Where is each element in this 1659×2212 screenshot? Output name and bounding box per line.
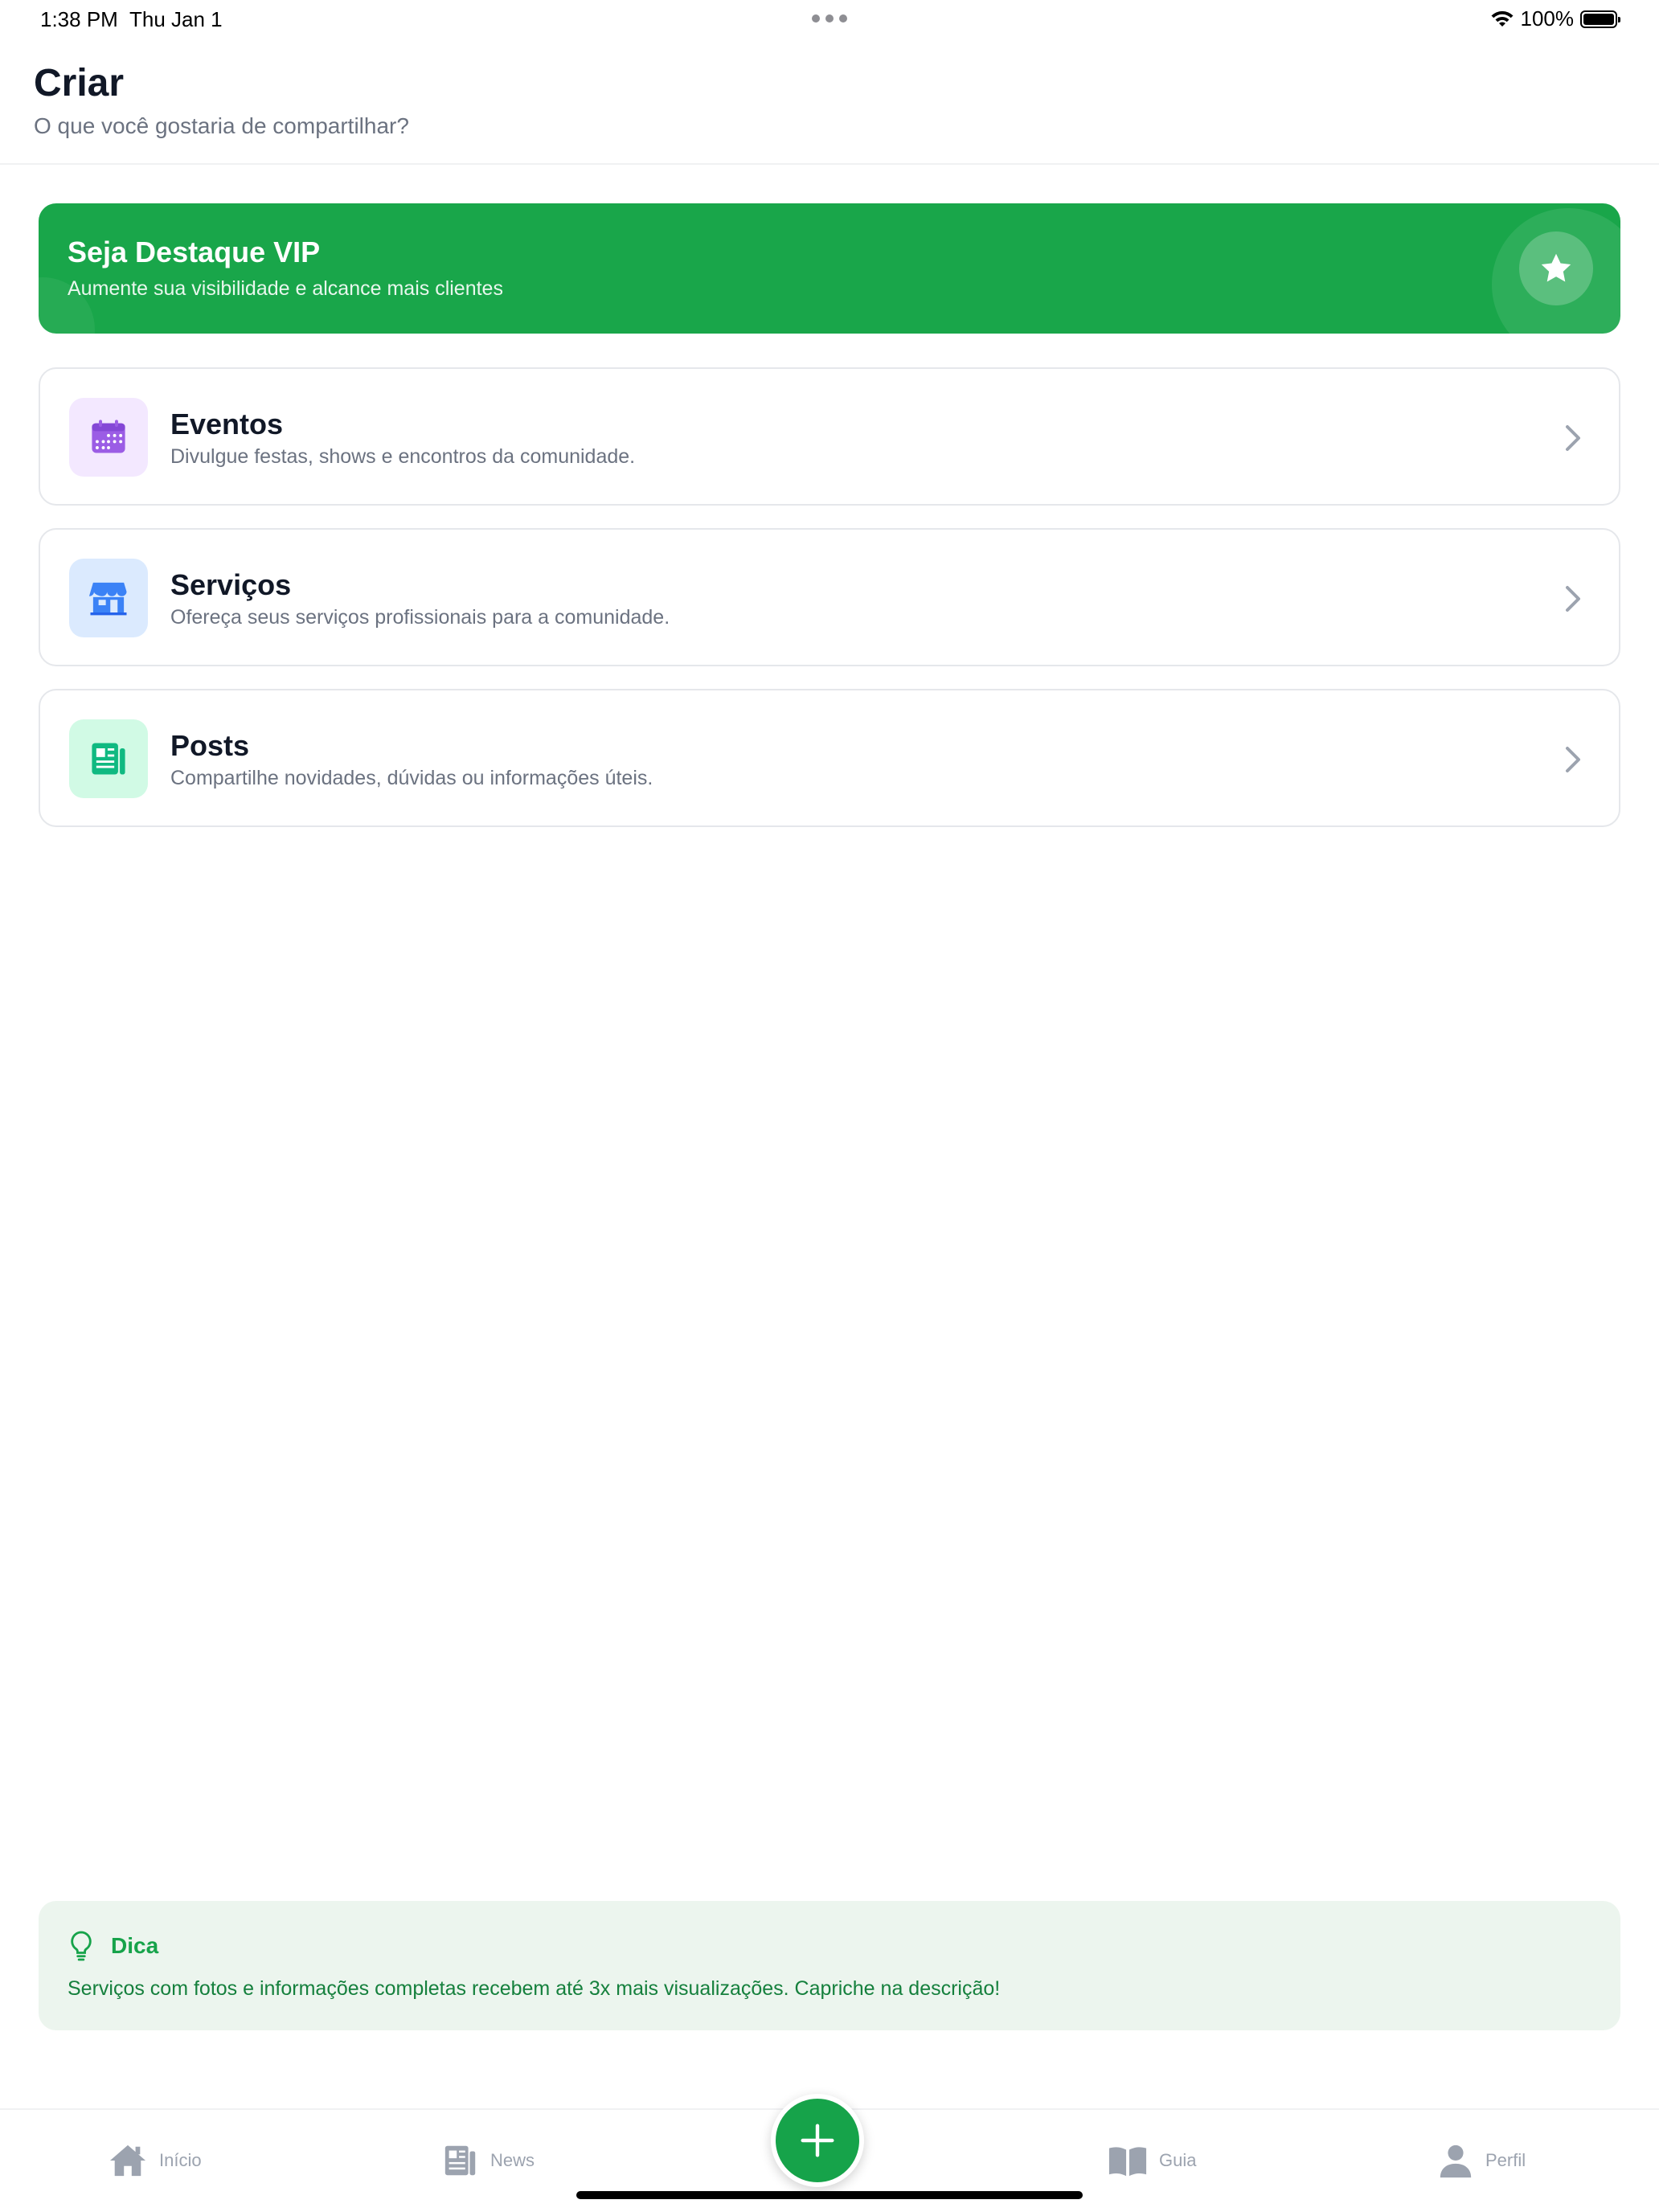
vip-banner[interactable]: Seja Destaque VIP Aumente sua visibilida… (39, 203, 1620, 334)
battery-icon (1580, 10, 1620, 28)
status-indicators: 100% (1490, 6, 1620, 31)
create-fab-button[interactable] (771, 2094, 864, 2187)
page-title: Criar (34, 62, 125, 104)
tab-perfil[interactable]: Perfil (1437, 2110, 1526, 2210)
tab-label: Perfil (1485, 2149, 1526, 2170)
page-subtitle: O que você gostaria de compartilhar? (34, 113, 409, 138)
multitasking-dots-icon[interactable] (812, 14, 847, 23)
lightbulb-icon (71, 1931, 92, 1961)
vip-subtitle: Aumente sua visibilidade e alcance mais … (68, 277, 503, 300)
newspaper-icon (69, 719, 148, 798)
home-icon (109, 2144, 146, 2176)
category-title: Serviços (170, 568, 292, 601)
star-icon (1519, 231, 1593, 305)
status-time: 1:38 PM (40, 7, 118, 31)
plus-icon (801, 2124, 834, 2157)
vip-title: Seja Destaque VIP (68, 236, 321, 268)
battery-percent: 100% (1520, 6, 1575, 31)
status-bar: 1:38 PM Thu Jan 1 100% (0, 0, 1659, 39)
person-icon (1440, 2144, 1472, 2177)
tip-box: Dica Serviços com fotos e informações co… (39, 1901, 1620, 2030)
category-card-servicos[interactable]: Serviços Ofereça seus serviços profissio… (39, 528, 1620, 666)
tab-news[interactable]: News (442, 2110, 535, 2210)
status-date: Thu Jan 1 (129, 7, 223, 31)
category-description: Divulgue festas, shows e encontros da co… (170, 445, 636, 468)
category-description: Ofereça seus serviços profissionais para… (170, 606, 670, 629)
home-indicator[interactable] (576, 2191, 1083, 2199)
category-card-posts[interactable]: Posts Compartilhe novidades, dúvidas ou … (39, 689, 1620, 827)
store-icon (69, 559, 148, 637)
chevron-right-icon (1566, 747, 1580, 772)
tab-label: News (490, 2149, 535, 2170)
chevron-right-icon (1566, 425, 1580, 451)
tip-text: Serviços com fotos e informações complet… (68, 1977, 1001, 2000)
tab-guia[interactable]: Guia (1108, 2110, 1196, 2210)
category-title: Eventos (170, 408, 284, 440)
tab-label: Guia (1159, 2149, 1197, 2170)
tab-inicio[interactable]: Início (108, 2110, 202, 2210)
tab-label: Início (159, 2149, 202, 2170)
category-card-eventos[interactable]: Eventos Divulgue festas, shows e encontr… (39, 367, 1620, 506)
calendar-icon (69, 398, 148, 477)
category-description: Compartilhe novidades, dúvidas ou inform… (170, 767, 653, 789)
newspaper-icon (444, 2145, 476, 2175)
chevron-right-icon (1566, 586, 1580, 612)
category-title: Posts (170, 729, 250, 762)
book-icon (1108, 2146, 1147, 2176)
tip-title: Dica (111, 1933, 159, 1958)
wifi-icon (1491, 10, 1513, 27)
page-header: Criar O que você gostaria de compartilha… (0, 39, 1659, 165)
